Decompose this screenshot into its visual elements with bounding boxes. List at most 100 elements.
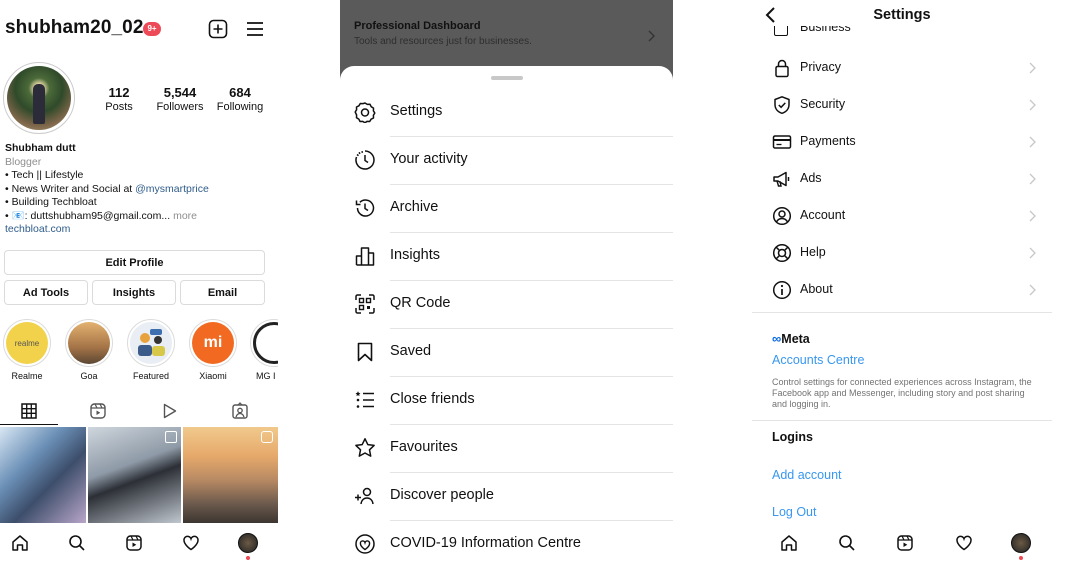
settings-item-about[interactable]: About bbox=[752, 272, 1052, 309]
activity-icon bbox=[354, 149, 376, 171]
menu-screen: Professional Dashboard Tools and resourc… bbox=[340, 0, 673, 561]
highlight-realme[interactable]: realme Realme bbox=[2, 319, 52, 381]
menu-item-close-friends[interactable]: Close friends bbox=[340, 377, 673, 425]
activity-dot bbox=[1019, 556, 1023, 560]
profile-username[interactable]: shubham20_02 bbox=[5, 17, 144, 39]
video-tab-icon[interactable] bbox=[160, 402, 178, 420]
settings-item-business[interactable]: Business bbox=[752, 26, 1052, 40]
menu-item-label: Your activity bbox=[390, 151, 468, 167]
logins-heading: Logins bbox=[772, 430, 813, 444]
menu-item-label: Archive bbox=[390, 199, 439, 215]
following-count: 684 bbox=[229, 85, 251, 100]
reels-tab-icon[interactable] bbox=[89, 402, 107, 420]
settings-item-security[interactable]: Security bbox=[752, 87, 1052, 124]
highlight-label: Featured bbox=[132, 371, 170, 381]
business-icon bbox=[774, 26, 788, 36]
menu-item-saved[interactable]: Saved bbox=[340, 329, 673, 377]
heart-icon[interactable] bbox=[182, 534, 200, 552]
profile-avatar[interactable] bbox=[3, 62, 75, 134]
add-account-link[interactable]: Add account bbox=[772, 468, 842, 482]
highlight-goa[interactable]: Goa bbox=[64, 319, 114, 381]
bio-email: • 📧: duttshubham95@gmail.com... bbox=[5, 209, 171, 222]
accounts-centre-description: Control settings for connected experienc… bbox=[772, 377, 1032, 409]
settings-item-label: About bbox=[800, 282, 833, 296]
shield-icon bbox=[772, 95, 792, 115]
menu-item-favourites[interactable]: Favourites bbox=[340, 425, 673, 473]
settings-item-label: Ads bbox=[800, 171, 822, 185]
settings-item-privacy[interactable]: Privacy bbox=[752, 50, 1052, 87]
log-out-link[interactable]: Log Out bbox=[772, 505, 816, 519]
settings-item-label: Payments bbox=[800, 134, 856, 148]
home-icon[interactable] bbox=[11, 534, 29, 552]
meta-infinity-icon: ∞ bbox=[772, 331, 782, 346]
chevron-right-icon bbox=[1029, 247, 1036, 259]
settings-icon bbox=[354, 101, 376, 123]
following-label: Following bbox=[216, 101, 264, 113]
profile-tab-avatar[interactable] bbox=[238, 533, 258, 553]
posts-stat[interactable]: 112 Posts bbox=[84, 85, 154, 113]
settings-item-ads[interactable]: Ads bbox=[752, 161, 1052, 198]
highlight-mg[interactable]: MG I bbox=[250, 319, 278, 381]
bio-category: Blogger bbox=[5, 155, 42, 168]
meta-label: Meta bbox=[781, 332, 810, 346]
following-stat[interactable]: 684 Following bbox=[205, 85, 275, 113]
multi-photo-icon bbox=[165, 431, 177, 443]
more-link[interactable]: more bbox=[170, 210, 197, 222]
new-post-icon[interactable] bbox=[208, 19, 228, 39]
menu-icon[interactable] bbox=[245, 19, 265, 39]
menu-item-settings[interactable]: Settings bbox=[340, 89, 673, 137]
menu-item-label: QR Code bbox=[390, 295, 451, 311]
menu-item-your-activity[interactable]: Your activity bbox=[340, 137, 673, 185]
heart-icon[interactable] bbox=[955, 534, 973, 552]
settings-item-payments[interactable]: Payments bbox=[752, 124, 1052, 161]
mention-link[interactable]: @mysmartprice bbox=[135, 183, 209, 195]
post-thumbnail[interactable] bbox=[88, 427, 181, 523]
menu-item-label: Settings bbox=[390, 103, 443, 119]
settings-screen: Settings Business Privacy Security Payme… bbox=[752, 0, 1052, 561]
bio-line: • News Writer and Social at @mysmartpric… bbox=[5, 183, 270, 197]
home-icon[interactable] bbox=[780, 534, 798, 552]
section-divider bbox=[752, 312, 1052, 313]
covid-info-icon bbox=[354, 533, 376, 555]
website-link[interactable]: techbloat.com bbox=[5, 223, 270, 237]
bio-name: Shubham dutt bbox=[5, 142, 76, 154]
edit-profile-button[interactable]: Edit Profile bbox=[4, 250, 265, 275]
grid-icon[interactable] bbox=[20, 402, 38, 420]
post-thumbnail[interactable] bbox=[183, 427, 278, 523]
search-icon[interactable] bbox=[838, 534, 856, 552]
profile-tab-avatar[interactable] bbox=[1011, 533, 1031, 553]
reels-icon[interactable] bbox=[896, 534, 914, 552]
settings-item-account[interactable]: Account bbox=[752, 198, 1052, 235]
search-icon[interactable] bbox=[68, 534, 86, 552]
chevron-right-icon bbox=[1029, 99, 1036, 111]
highlight-xiaomi[interactable]: mi Xiaomi bbox=[188, 319, 238, 381]
menu-item-archive[interactable]: Archive bbox=[340, 185, 673, 233]
help-icon bbox=[772, 243, 792, 263]
settings-item-label: Business bbox=[800, 26, 851, 34]
bottom-navigation bbox=[0, 523, 278, 561]
menu-item-label: Insights bbox=[390, 247, 440, 263]
qr-code-icon bbox=[354, 293, 376, 315]
account-icon bbox=[772, 206, 792, 226]
menu-item-qr-code[interactable]: QR Code bbox=[340, 281, 673, 329]
ad-tools-button[interactable]: Ad Tools bbox=[4, 280, 88, 305]
bio-line: • 📧: duttshubham95@gmail.com... more bbox=[5, 210, 270, 224]
insights-button[interactable]: Insights bbox=[92, 280, 176, 305]
bio-line: • Building Techbloat bbox=[5, 196, 97, 208]
tagged-tab-icon[interactable] bbox=[231, 402, 249, 420]
reels-icon[interactable] bbox=[125, 534, 143, 552]
highlight-featured[interactable]: Featured bbox=[126, 319, 176, 381]
menu-item-insights[interactable]: Insights bbox=[340, 233, 673, 281]
profile-screen: shubham20_02 9+ 112 Posts 5,544 Follower… bbox=[0, 0, 278, 561]
settings-item-help[interactable]: Help bbox=[752, 235, 1052, 272]
menu-item-label: COVID-19 Information Centre bbox=[390, 535, 581, 551]
professional-dashboard-subtitle: Tools and resources just for businesses. bbox=[354, 36, 532, 47]
menu-item-covid-info[interactable]: COVID-19 Information Centre bbox=[340, 521, 673, 561]
post-thumbnail[interactable] bbox=[0, 427, 86, 523]
menu-item-discover-people[interactable]: Discover people bbox=[340, 473, 673, 521]
email-button[interactable]: Email bbox=[180, 280, 265, 305]
accounts-centre-link[interactable]: Accounts Centre bbox=[772, 353, 864, 367]
sheet-grabber[interactable] bbox=[491, 76, 523, 80]
info-icon bbox=[772, 280, 792, 300]
meta-logo: ∞Meta bbox=[772, 331, 810, 346]
